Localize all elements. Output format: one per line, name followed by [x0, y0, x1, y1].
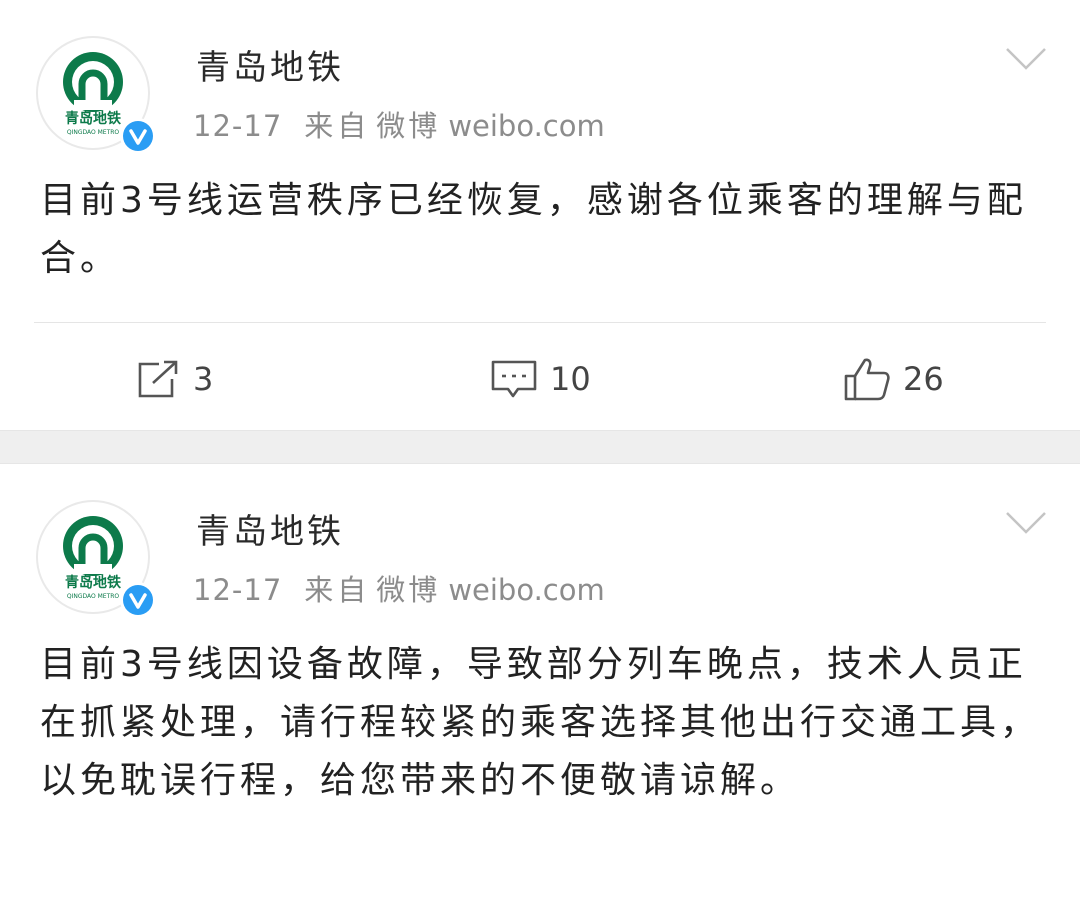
comment-button[interactable]: 10 [490, 344, 591, 414]
svg-text:青岛地铁: 青岛地铁 [65, 574, 121, 591]
avatar[interactable]: 青岛地铁 QINGDAO METRO [36, 500, 156, 618]
like-count: 26 [903, 360, 944, 398]
source-domain[interactable]: weibo.com [448, 109, 604, 143]
account-name[interactable]: 青岛地铁 [196, 504, 344, 553]
avatar[interactable]: 青岛地铁 QINGDAO METRO [36, 36, 156, 154]
post-meta: 12-17 来自 微博 weibo.com [193, 567, 605, 609]
like-button[interactable]: 26 [843, 344, 944, 414]
post-time: 12-17 [193, 109, 283, 143]
repost-count: 3 [193, 360, 214, 398]
post-text: 目前3号线因设备故障，导致部分列车晚点，技术人员正在抓紧处理，请行程较紧的乘客选… [40, 644, 1041, 801]
comment-icon [491, 360, 537, 398]
weibo-post: 青岛地铁 QINGDAO METRO 青岛地铁 12-17 来自 微博 weibo.c… [0, 0, 1080, 430]
post-meta: 12-17 来自 微博 weibo.com [193, 103, 605, 145]
repost-icon [138, 360, 178, 398]
svg-text:QINGDAO METRO: QINGDAO METRO [67, 129, 120, 136]
verified-badge-icon [120, 582, 156, 618]
post-text: 目前3号线运营秩序已经恢复，感谢各位乘客的理解与配合。 [40, 180, 1027, 279]
source-domain[interactable]: weibo.com [448, 573, 604, 607]
svg-text:QINGDAO METRO: QINGDAO METRO [67, 593, 120, 600]
thumbs-up-icon [844, 358, 890, 401]
weibo-post: 青岛地铁 QINGDAO METRO 青岛地铁 12-17 来自 微博 weibo.c… [0, 464, 1080, 898]
action-bar: 3 10 26 [0, 344, 1080, 414]
chevron-down-icon[interactable] [1004, 510, 1048, 536]
chevron-down-icon[interactable] [1004, 46, 1048, 72]
divider [34, 322, 1046, 323]
post-separator [0, 430, 1080, 464]
repost-button[interactable]: 3 [135, 344, 213, 414]
comment-count: 10 [550, 360, 591, 398]
account-name[interactable]: 青岛地铁 [196, 40, 344, 89]
verified-badge-icon [120, 118, 156, 154]
post-time: 12-17 [193, 573, 283, 607]
from-label: 来自 [304, 109, 371, 143]
from-label: 来自 [304, 573, 371, 607]
source-app[interactable]: 微博 [376, 573, 440, 607]
svg-text:青岛地铁: 青岛地铁 [65, 110, 121, 127]
source-app[interactable]: 微博 [376, 109, 440, 143]
